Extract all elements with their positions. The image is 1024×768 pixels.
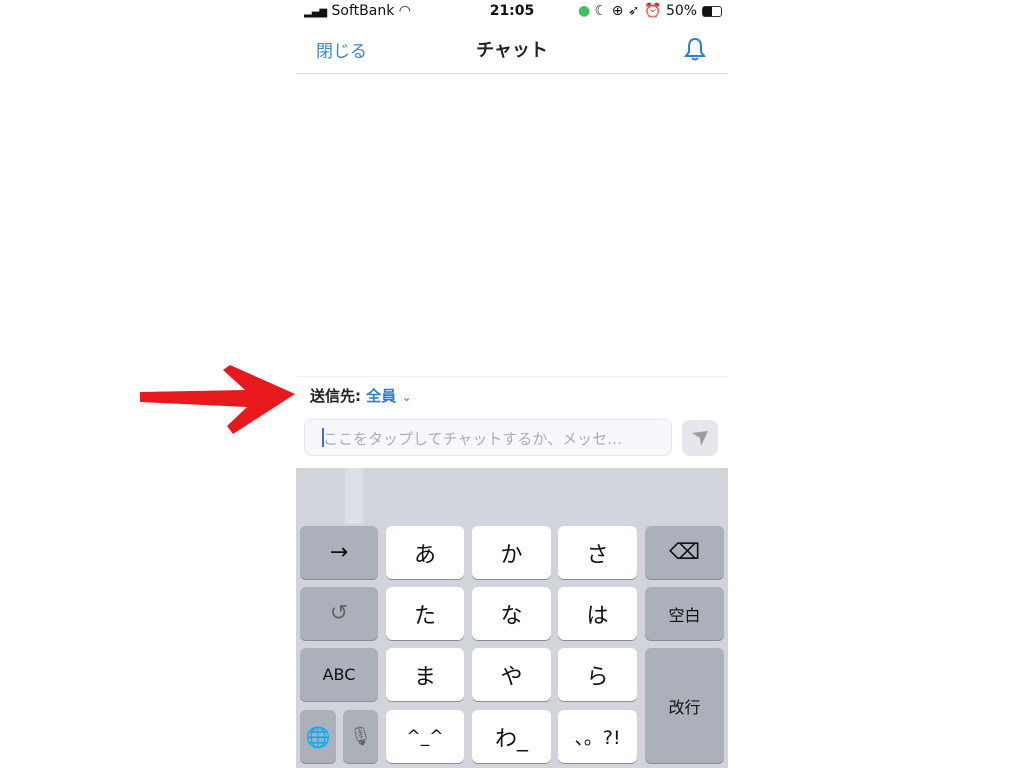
annotation-arrow: [140, 365, 295, 434]
chat-input-placeholder: ここをタップしてチャットするか、メッセ…: [323, 430, 623, 448]
page-title: チャット: [476, 40, 548, 61]
nav-divider: [296, 73, 728, 74]
key-punctuation[interactable]: 、。?!: [558, 710, 637, 763]
key-sa[interactable]: さ: [558, 526, 637, 579]
space-key[interactable]: 空白: [645, 587, 724, 640]
key-emoticon[interactable]: ^_^: [386, 710, 464, 763]
send-icon: [692, 431, 708, 446]
abc-key[interactable]: ABC: [300, 648, 378, 701]
recipient-value[interactable]: 全員: [366, 387, 396, 405]
keyboard: → あ か さ ⌫ ↺ た な は 空白 ABC ま や ら 改行 🌐 🎙 ^_…: [296, 468, 728, 768]
key-ra[interactable]: ら: [558, 648, 637, 701]
moon-icon: ☾: [594, 3, 608, 19]
key-ya[interactable]: や: [472, 648, 551, 701]
key-arrow[interactable]: →: [300, 526, 378, 579]
chat-input[interactable]: ここをタップしてチャットするか、メッセ…: [304, 419, 672, 456]
battery-icon: [701, 5, 722, 17]
battery-percent: 50%: [665, 3, 698, 19]
globe-icon[interactable]: 🌐: [300, 710, 336, 763]
bell-icon[interactable]: [684, 37, 706, 61]
backspace-key[interactable]: ⌫: [645, 526, 724, 579]
chevron-down-icon[interactable]: ⌄: [401, 390, 411, 404]
status-right: ● ☾ ⊕ ➶ ⏰ 50%: [578, 3, 722, 19]
enter-key[interactable]: 改行: [645, 648, 724, 763]
green-dot-icon: ●: [578, 3, 591, 19]
undo-key[interactable]: ↺: [300, 587, 378, 640]
key-ma[interactable]: ま: [386, 648, 464, 701]
key-ka[interactable]: か: [472, 526, 551, 579]
key-a[interactable]: あ: [386, 526, 464, 579]
key-na[interactable]: な: [472, 587, 551, 640]
location-icon: ➶: [627, 3, 640, 19]
rotation-lock-icon: ⊕: [611, 3, 624, 19]
key-wa[interactable]: わ_: [472, 710, 551, 763]
recipient-label: 送信先:: [310, 387, 361, 405]
chat-divider: [296, 376, 728, 377]
mic-icon[interactable]: 🎙: [343, 710, 378, 763]
recipient-selector[interactable]: 送信先: 全員 ⌄: [310, 385, 412, 406]
alarm-icon: ⏰: [644, 3, 662, 19]
key-ta[interactable]: た: [386, 587, 464, 640]
phone-screen: ▂▄▆ SoftBank ◠ 21:05 ● ☾ ⊕ ➶ ⏰ 50% 閉じる チ…: [296, 0, 728, 768]
key-ha[interactable]: は: [558, 587, 637, 640]
send-button[interactable]: [682, 420, 718, 456]
candidate-bar: [345, 468, 363, 524]
